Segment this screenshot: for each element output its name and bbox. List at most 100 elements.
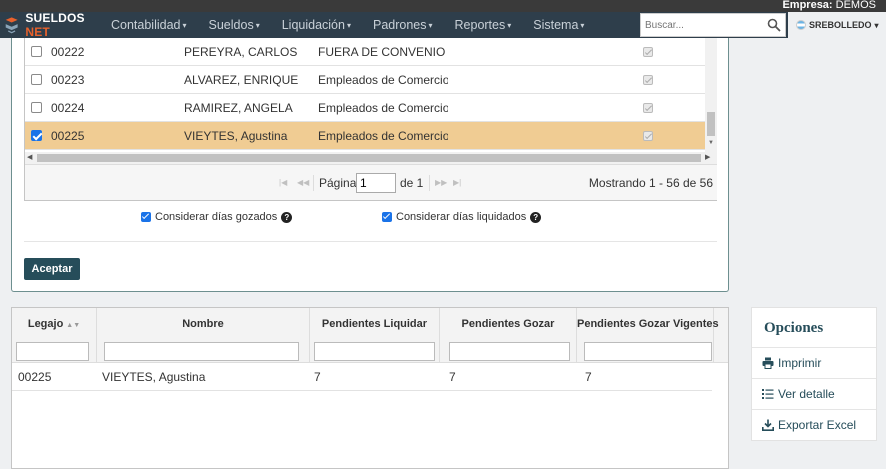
horizontal-scrollbar[interactable]: ◀ ▶: [25, 152, 717, 164]
cell-nombre: VIEYTES, Agustina: [184, 128, 288, 143]
page-input[interactable]: [356, 173, 396, 193]
column-pend-gozar: Pendientes Gozar: [440, 308, 577, 363]
menu-label: Sistema: [533, 18, 579, 32]
divider: [24, 241, 717, 242]
vertical-scrollbar[interactable]: ▼: [705, 38, 717, 152]
download-icon: [762, 419, 774, 431]
print-icon: [762, 357, 774, 369]
dias-liquidados-option[interactable]: Considerar días liquidados ?: [382, 211, 542, 223]
cell-pend-gozar: 7: [449, 370, 456, 384]
employee-grid: 00222 PEREYRA, CARLOS FUERA DE CONVENIO …: [24, 38, 717, 201]
row-flag-checkbox: [643, 74, 653, 85]
dias-liquidados-label: Considerar días liquidados: [396, 211, 527, 223]
top-strip: Empresa: DEMOS: [0, 0, 886, 12]
row-checkbox-checked[interactable]: [31, 130, 42, 141]
menu-padrones[interactable]: Padrones ▾: [362, 12, 444, 38]
table-row[interactable]: 00222 PEREYRA, CARLOS FUERA DE CONVENIO: [25, 38, 705, 66]
filter-pend-gozar-vigentes-input[interactable]: [584, 342, 712, 361]
option-label: Exportar Excel: [778, 418, 857, 432]
column-header[interactable]: Pendientes Gozar: [440, 318, 576, 330]
menu-label: Contabilidad: [111, 18, 181, 32]
cell-legajo: 00222: [51, 44, 85, 59]
next-page-icon[interactable]: ▶▶: [435, 178, 447, 187]
user-name: SREBOLLEDO: [809, 20, 872, 30]
company-indicator: Empresa: DEMOS: [782, 0, 876, 11]
column-pend-liquidar: Pendientes Liquidar: [310, 308, 440, 363]
exportar-excel-option[interactable]: Exportar Excel: [752, 409, 876, 440]
caret-down-icon: ▾: [182, 20, 187, 30]
row-checkbox[interactable]: [31, 102, 42, 113]
table-header: Legajo ▲▼ Nombre Pendientes Liquidar Pend…: [12, 308, 728, 363]
search-input[interactable]: [641, 19, 765, 31]
logo[interactable]: SUELDOS NET: [0, 11, 100, 39]
main-menu: Contabilidad ▾ Sueldos ▾ Liquidación ▾ Padr…: [100, 12, 595, 38]
table-row[interactable]: 00224 RAMIREZ, ANGELA Empleados de Comer…: [25, 94, 705, 122]
last-page-icon[interactable]: ▶|: [453, 178, 461, 187]
flag-icon: [796, 20, 806, 30]
search-box: [640, 13, 786, 37]
scroll-down-icon[interactable]: ▼: [708, 140, 714, 146]
logo-accent: NET: [25, 25, 50, 39]
prev-page-icon[interactable]: ◀◀: [297, 178, 309, 187]
menu-sueldos[interactable]: Sueldos ▾: [198, 12, 271, 38]
help-icon[interactable]: ?: [281, 211, 293, 223]
results-table: Legajo ▲▼ Nombre Pendientes Liquidar Pend…: [11, 307, 729, 469]
menu-label: Reportes: [454, 18, 506, 32]
caret-down-icon: ▾: [874, 20, 879, 30]
menu-label: Sueldos: [208, 18, 254, 32]
ver-detalle-option[interactable]: Ver detalle: [752, 378, 876, 409]
cell-nombre: RAMIREZ, ANGELA: [184, 100, 293, 115]
imprimir-option[interactable]: Imprimir: [752, 347, 876, 378]
scroll-thumb[interactable]: [707, 112, 715, 136]
dias-gozados-checkbox[interactable]: [141, 212, 151, 222]
caret-down-icon: ▾: [580, 20, 585, 30]
sort-icon[interactable]: ▲▼: [66, 322, 80, 329]
filter-nombre-input[interactable]: [104, 342, 299, 361]
cell-legajo: 00223: [51, 72, 85, 87]
column-header[interactable]: Legajo ▲▼: [12, 318, 96, 330]
cell-pend-liquidar: 7: [314, 370, 321, 384]
column-header[interactable]: Pendientes Liquidar: [310, 318, 439, 330]
row-checkbox[interactable]: [31, 46, 42, 57]
cell-nombre: ALVAREZ, ENRIQUE: [184, 72, 299, 87]
column-pend-gozar-vigentes: Pendientes Gozar Vigentes: [577, 308, 719, 363]
row-flag-checkbox: [643, 130, 653, 141]
first-page-icon[interactable]: |◀: [279, 178, 287, 187]
row-flag-checkbox: [643, 46, 653, 57]
filter-pend-gozar-input[interactable]: [449, 342, 570, 361]
options-title: Opciones: [764, 320, 824, 336]
cell-convenio: FUERA DE CONVENIO: [318, 44, 446, 59]
table-row-selected[interactable]: 00225 VIEYTES, Agustina Empleados de Com…: [25, 122, 705, 150]
menu-liquidacion[interactable]: Liquidación ▾: [271, 12, 362, 38]
menu-sistema[interactable]: Sistema ▾: [522, 12, 595, 38]
logo-mark-icon: [5, 17, 18, 34]
caret-down-icon: ▾: [255, 20, 260, 30]
menu-label: Liquidación: [281, 18, 345, 32]
search-icon[interactable]: [767, 18, 781, 32]
scroll-thumb[interactable]: [37, 154, 701, 162]
filter-pend-liquidar-input[interactable]: [314, 342, 435, 361]
options-panel: Opciones Imprimir Ver detalle Exportar E…: [751, 307, 877, 441]
scroll-right-icon[interactable]: ▶: [705, 153, 710, 161]
filter-legajo-input[interactable]: [16, 342, 89, 361]
table-row[interactable]: 00225 VIEYTES, Agustina 7 7 7: [12, 363, 712, 391]
row-checkbox[interactable]: [31, 74, 42, 85]
pager-separator: [313, 175, 314, 191]
dias-liquidados-checkbox[interactable]: [382, 212, 392, 222]
help-icon[interactable]: ?: [530, 211, 542, 223]
user-menu[interactable]: SREBOLLEDO ▾: [788, 12, 886, 38]
menu-contabilidad[interactable]: Contabilidad ▾: [100, 12, 198, 38]
cell-legajo: 00225: [18, 370, 52, 384]
cell-legajo: 00224: [51, 100, 85, 115]
table-row[interactable]: 00223 ALVAREZ, ENRIQUE Empleados de Come…: [25, 66, 705, 94]
column-header[interactable]: Nombre: [97, 318, 309, 330]
record-count: Mostrando 1 - 56 de 56: [588, 176, 713, 190]
column-nombre: Nombre: [97, 308, 310, 363]
aceptar-button[interactable]: Aceptar: [24, 258, 80, 280]
option-label: Imprimir: [778, 356, 822, 370]
dias-gozados-option[interactable]: Considerar días gozados ?: [141, 211, 293, 223]
cell-pend-gozar-vigentes: 7: [585, 370, 592, 384]
scroll-left-icon[interactable]: ◀: [27, 153, 32, 161]
column-header[interactable]: Pendientes Gozar Vigentes: [577, 318, 719, 330]
menu-reportes[interactable]: Reportes ▾: [444, 12, 523, 38]
